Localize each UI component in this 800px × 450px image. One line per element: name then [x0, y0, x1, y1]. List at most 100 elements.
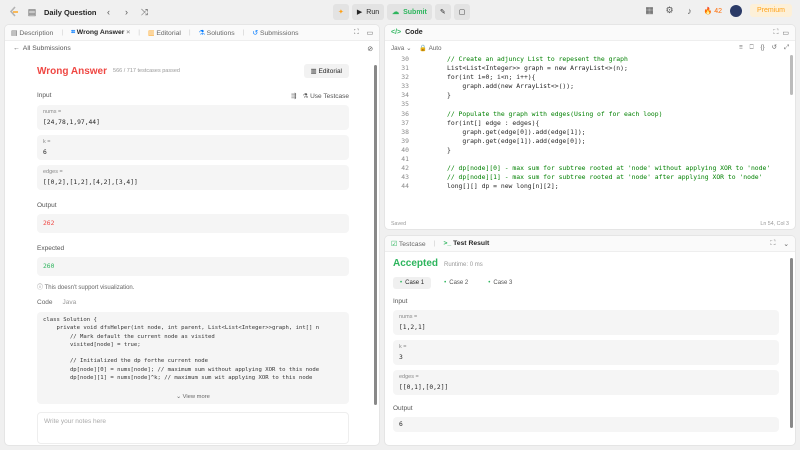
result-panel: ☑ Testcase | >_ Test Result ⛶ ⌄ Accepted… — [384, 235, 796, 446]
code-icon: ⌗ — [71, 28, 75, 36]
submit-button[interactable]: ☁ Submit — [387, 4, 432, 20]
result-header: Wrong Answer 566 / 717 testcases passed … — [37, 64, 349, 78]
bookmark-icon[interactable]: ⎕ — [750, 44, 754, 52]
collapse-icon[interactable]: ▭ — [782, 29, 789, 37]
code-line: for(int[] edge : edges){ — [447, 118, 540, 127]
line-number: 31 — [401, 64, 409, 73]
case-tab-1[interactable]: • Case 1 — [393, 277, 432, 289]
case-tabs: • Case 1 • Case 2 • Case 3 — [393, 277, 787, 289]
tab-wrong-answer[interactable]: ⌗ Wrong Answer × — [71, 29, 130, 37]
book-icon: ▥ — [148, 29, 155, 37]
result-header: Accepted Runtime: 0 ms — [393, 258, 787, 269]
premium-button[interactable]: Premium — [749, 4, 792, 17]
use-testcase-button[interactable]: ⚗ Use Testcase — [302, 92, 349, 100]
code-header: </> Code ⛶ ▭ — [385, 25, 795, 41]
submission-content: ← All Submissions ⊘ Wrong Answer 566 / 717… — [5, 41, 379, 445]
tab-testcase[interactable]: ☑ Testcase — [391, 240, 426, 248]
play-icon: ▶ — [356, 9, 363, 16]
maximize-icon[interactable]: ⛶ — [773, 29, 778, 37]
line-number: 42 — [401, 164, 409, 173]
check-dot-icon: • — [444, 280, 447, 286]
settings-icon[interactable]: ⚙ — [664, 5, 676, 16]
left-scrollbar[interactable] — [374, 65, 377, 405]
collapse-icon[interactable]: ⌄ — [783, 240, 789, 248]
problem-list-icon[interactable]: ▤ — [26, 7, 38, 18]
testcases-passed: 566 / 717 testcases passed — [113, 68, 180, 74]
code-line: // dp[node][1] - max sum for subtree roo… — [447, 173, 763, 182]
result-output-value: 6 — [399, 421, 403, 428]
editorial-button[interactable]: ▥ Editorial — [303, 64, 349, 78]
result-content: Accepted Runtime: 0 ms • Case 1 • Case 2 •… — [393, 258, 787, 445]
tab-test-result[interactable]: >_ Test Result — [443, 240, 489, 247]
streak-counter[interactable]: 🔥 42 — [704, 7, 722, 15]
runtime-text: Runtime: 0 ms — [444, 262, 483, 268]
line-number: 39 — [401, 136, 409, 145]
auto-mode[interactable]: 🔒 Auto — [419, 44, 441, 52]
reset-icon[interactable]: ↺ — [772, 44, 777, 52]
input-section-label: Input ⇶ ⚗ Use Testcase — [37, 92, 349, 100]
daily-question-title[interactable]: Daily Question — [44, 8, 97, 17]
line-number: 41 — [401, 155, 409, 164]
submitted-code[interactable]: class Solution { private void dfsHelper(… — [37, 312, 349, 404]
shuffle-icon[interactable]: ⤨ — [139, 7, 151, 18]
expected-label: Expected — [37, 245, 65, 252]
fullscreen-icon[interactable]: ⤢ — [784, 44, 789, 52]
result-output-box: 6 — [393, 417, 779, 432]
result-status: Accepted — [393, 258, 439, 269]
code-panel: </> Code ⛶ ▭ Java ⌄ 🔒 Auto ≡ ⎕ {} ↺ ⤢ 30… — [384, 24, 796, 230]
avatar[interactable] — [729, 4, 742, 17]
output-value-box: 262 — [37, 214, 349, 233]
chevron-left-icon[interactable]: ‹ — [103, 7, 115, 17]
result-input-nums: nums = [1,2,1] — [393, 310, 779, 335]
board-icon: ▢ — [458, 9, 466, 16]
chevron-right-icon[interactable]: › — [121, 7, 133, 17]
bell-icon[interactable]: ♪ — [684, 6, 696, 16]
maximize-icon[interactable]: ⛶ — [771, 240, 776, 248]
line-number: 34 — [401, 91, 409, 100]
align-icon[interactable]: ≡ — [739, 44, 743, 52]
code-scrollbar[interactable] — [790, 55, 793, 95]
view-more-button[interactable]: ⌄ View more — [37, 393, 349, 401]
language-select[interactable]: Java ⌄ — [391, 45, 411, 52]
braces-icon[interactable]: {} — [760, 44, 764, 52]
leetcode-logo-icon[interactable] — [8, 6, 20, 18]
result-input-label: Input — [393, 298, 408, 305]
status-badge: Wrong Answer — [37, 65, 108, 77]
run-button[interactable]: ▶ Run — [351, 4, 385, 20]
layout-icon[interactable]: ▦ — [644, 5, 656, 16]
input-k: k = 6 — [37, 135, 349, 160]
tab-submissions[interactable]: ↺ Submissions — [252, 29, 298, 37]
fire-icon: 🔥 — [703, 7, 713, 15]
result-scrollbar[interactable] — [790, 258, 793, 428]
case-tab-2[interactable]: • Case 2 — [437, 277, 475, 289]
close-icon[interactable]: × — [126, 29, 130, 36]
back-link[interactable]: ← All Submissions ⊘ — [13, 45, 373, 53]
editor-status-bar: Saved Ln 54, Col 3 — [391, 221, 789, 227]
code-line: } — [447, 91, 451, 100]
notes-button[interactable]: ✎ — [434, 4, 451, 20]
notes-input[interactable]: Write your notes here — [37, 412, 349, 444]
expected-value-box: 260 — [37, 257, 349, 276]
whiteboard-button[interactable]: ▢ — [453, 4, 471, 20]
input-edges: edges = [[0,2],[1,2],[4,2],[3,4]] — [37, 165, 349, 190]
code-editor[interactable]: 30 31 32 33 34 35 36 37 38 39 40 41 42 43 44 // Create… — [385, 55, 795, 223]
case-tab-3[interactable]: • Case 3 — [481, 277, 519, 289]
debug-button[interactable]: ✦ — [333, 4, 349, 20]
tab-solutions[interactable]: ⚗ Solutions — [199, 29, 235, 37]
flask-icon: ⚗ — [302, 93, 309, 100]
result-input-k: k = 3 — [393, 340, 779, 365]
code-line: graph.get(edge[0]).add(edge[1]); — [447, 127, 586, 136]
code-title: Code — [405, 29, 423, 36]
tab-editorial[interactable]: ▥ Editorial — [148, 29, 181, 37]
collapse-icon[interactable]: ▭ — [367, 29, 373, 37]
line-number: 38 — [401, 127, 409, 136]
share-icon[interactable]: ⊘ — [367, 45, 373, 53]
line-number: 40 — [401, 145, 409, 154]
chevron-down-icon: ⌄ — [406, 44, 412, 52]
tab-description[interactable]: ▤ Description — [11, 29, 53, 37]
line-number: 33 — [401, 82, 409, 91]
adjust-icon[interactable]: ⇶ — [291, 92, 296, 100]
code-line: List<List<Integer>> graph = new ArrayLis… — [447, 64, 628, 73]
expand-icon[interactable]: ⛶ — [354, 29, 359, 37]
